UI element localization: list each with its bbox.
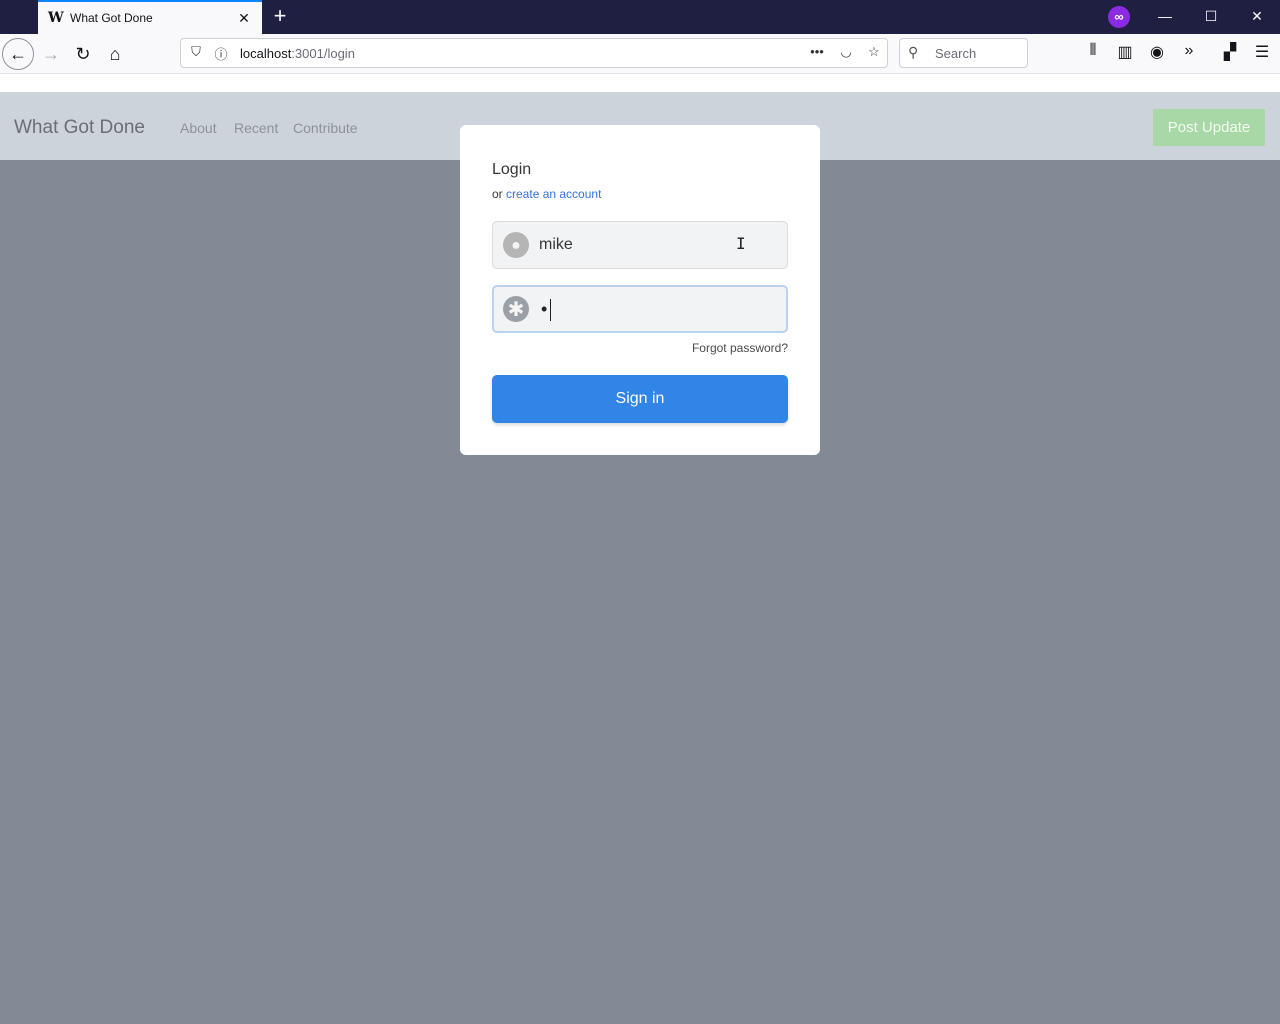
library-icon[interactable]: ⫴ — [1081, 42, 1105, 60]
search-placeholder: Search — [935, 46, 977, 61]
shield-icon[interactable]: ⛉ — [187, 44, 205, 60]
forward-arrow-icon[interactable]: → — [36, 39, 66, 69]
back-arrow-icon[interactable]: ← — [2, 38, 34, 70]
username-input[interactable] — [539, 222, 769, 268]
private-browsing-icon: ∞ — [1108, 6, 1130, 28]
minimize-window-icon[interactable]: — — [1142, 0, 1188, 32]
reload-icon[interactable]: ↻ — [68, 39, 98, 69]
text-cursor-icon: I — [736, 234, 746, 253]
account-icon[interactable]: ◉ — [1145, 42, 1169, 62]
search-input[interactable]: ⚲ Search — [899, 38, 1028, 68]
sidebar-icon[interactable]: ▥ — [1113, 42, 1137, 62]
close-tab-icon[interactable]: ✕ — [234, 10, 254, 27]
password-input[interactable]: • — [541, 299, 547, 320]
username-field[interactable]: ● I — [492, 221, 788, 269]
login-modal: Login or create an account ● I ✱ • Forgo… — [460, 125, 820, 455]
page-top-strip — [0, 74, 1280, 92]
url-path: :3001/login — [291, 46, 355, 61]
nav-about[interactable]: About — [180, 120, 217, 136]
login-title: Login — [492, 161, 532, 178]
post-update-button[interactable]: Post Update — [1153, 109, 1265, 146]
browser-toolbar: ← → ↻ ⌂ ⛉ ⓘ localhost:3001/login ••• ◡ ☆… — [0, 34, 1280, 74]
hamburger-menu-icon[interactable]: ☰ — [1250, 42, 1274, 62]
browser-tab[interactable]: W What Got Done ✕ — [38, 0, 262, 34]
sign-in-button[interactable]: Sign in — [492, 375, 788, 423]
login-subline: or create an account — [492, 187, 601, 201]
or-text: or — [492, 187, 503, 201]
maximize-window-icon[interactable]: ☐ — [1188, 0, 1234, 32]
forgot-password-link[interactable]: Forgot password? — [692, 341, 788, 355]
user-icon: ● — [503, 232, 529, 258]
brand-logo[interactable]: What Got Done — [14, 117, 145, 139]
create-account-link[interactable]: create an account — [506, 187, 601, 201]
search-icon: ⚲ — [908, 44, 919, 60]
tab-title: What Got Done — [70, 11, 153, 25]
star-icon[interactable]: ☆ — [865, 44, 883, 60]
extensions-icon[interactable]: ▞ — [1218, 42, 1242, 62]
new-tab-icon[interactable]: + — [268, 4, 292, 28]
asterisk-icon: ✱ — [503, 296, 529, 322]
home-icon[interactable]: ⌂ — [100, 39, 130, 69]
info-icon[interactable]: ⓘ — [212, 44, 230, 63]
browser-tab-bar: W What Got Done ✕ + ∞ — ☐ ✕ — [0, 0, 1280, 34]
close-window-icon[interactable]: ✕ — [1234, 0, 1280, 32]
url-host: localhost — [240, 46, 292, 61]
url-text[interactable]: localhost:3001/login — [240, 46, 355, 61]
url-bar[interactable]: ⛉ ⓘ localhost:3001/login ••• ◡ ☆ — [180, 38, 888, 68]
password-field[interactable]: ✱ • — [492, 285, 788, 333]
tab-favicon: W — [48, 10, 64, 26]
chevron-double-right-icon[interactable]: » — [1177, 42, 1201, 60]
text-caret — [550, 299, 551, 321]
more-icon[interactable]: ••• — [808, 44, 826, 59]
pocket-icon[interactable]: ◡ — [837, 44, 855, 60]
nav-recent[interactable]: Recent — [234, 120, 278, 136]
nav-contribute[interactable]: Contribute — [293, 120, 358, 136]
